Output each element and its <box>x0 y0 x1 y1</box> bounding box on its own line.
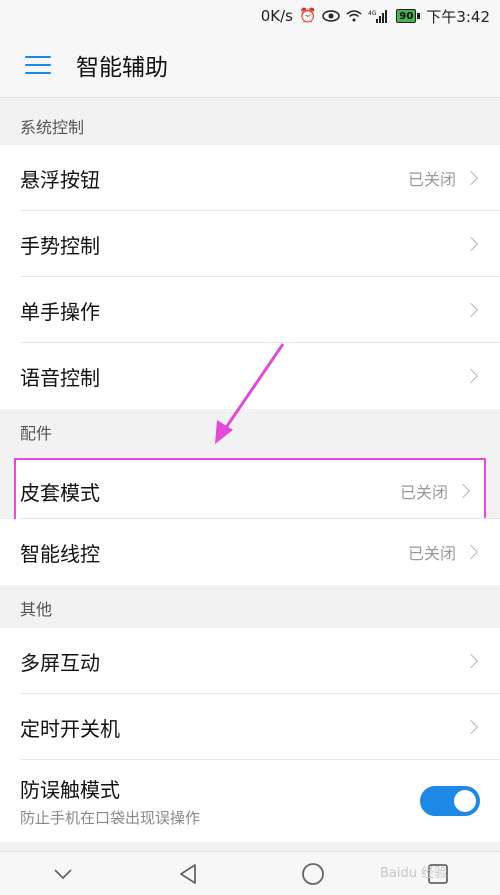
battery-level: 90 <box>396 9 417 23</box>
accidental-touch-toggle[interactable] <box>420 786 480 816</box>
chevron-right-icon <box>463 368 479 384</box>
list-item-label: 防误触模式 <box>20 778 120 802</box>
page-title: 智能辅助 <box>76 54 168 81</box>
chevron-right-icon <box>463 719 479 735</box>
section-header-system: 系统控制 <box>0 104 500 148</box>
status-text: 已关闭 <box>407 170 456 189</box>
list-item-voice-control[interactable]: 语音控制 <box>0 343 500 409</box>
home-circle-icon <box>301 862 324 885</box>
clock: 下午3:42 <box>426 7 490 26</box>
chevron-right-icon <box>463 236 479 252</box>
status-bar: 0K/s ⏰ 4G 90 下午3:42 <box>0 0 500 32</box>
list-item-cover-mode[interactable]: 皮套模式 已关闭 <box>14 458 486 524</box>
chevron-right-icon <box>463 544 479 560</box>
status-text: 已关闭 <box>399 483 448 502</box>
section-header-accessories: 配件 <box>0 410 500 454</box>
battery-icon: 90 <box>396 9 421 23</box>
list-item-label: 手势控制 <box>20 233 100 258</box>
list-item-label: 智能线控 <box>20 541 100 566</box>
chevron-right-icon <box>463 170 479 186</box>
wifi-icon <box>346 10 362 22</box>
menu-button[interactable] <box>0 32 76 98</box>
list-item-label: 多屏互动 <box>20 650 100 675</box>
back-button[interactable] <box>158 852 218 895</box>
list-item-gesture-control[interactable]: 手势控制 <box>0 211 500 277</box>
svg-text:4G: 4G <box>368 10 377 17</box>
list-item-floating-button[interactable]: 悬浮按钮 已关闭 <box>0 145 500 211</box>
list-item-one-hand-mode[interactable]: 单手操作 <box>0 277 500 343</box>
home-button[interactable] <box>283 852 343 895</box>
list-item-label: 单手操作 <box>20 299 100 324</box>
list-item-label: 悬浮按钮 <box>20 167 100 192</box>
chevron-down-icon <box>53 868 72 879</box>
list-item-label: 定时开关机 <box>20 716 120 741</box>
network-speed: 0K/s <box>260 7 293 25</box>
list-item-accidental-touch[interactable]: 防误触模式 防止手机在口袋出现误操作 <box>0 760 500 842</box>
list-item-smart-wire-control[interactable]: 智能线控 已关闭 <box>0 519 500 585</box>
toggle-knob <box>454 790 476 812</box>
list-item-label: 皮套模式 <box>20 480 100 505</box>
section-header-other: 其他 <box>0 586 500 630</box>
watermark: Baidu 经验 <box>380 866 448 881</box>
list-item-label: 语音控制 <box>20 365 100 390</box>
list-item-multi-screen[interactable]: 多屏互动 <box>0 628 500 694</box>
status-text: 已关闭 <box>407 544 456 563</box>
list-item-scheduled-power[interactable]: 定时开关机 <box>0 694 500 760</box>
list-item-text: 防误触模式 防止手机在口袋出现误操作 <box>20 774 420 828</box>
hide-nav-button[interactable] <box>33 852 93 895</box>
alarm-icon: ⏰ <box>298 8 317 24</box>
chevron-right-icon <box>463 302 479 318</box>
signal-icon: 4G <box>368 9 390 23</box>
eye-icon <box>322 10 341 22</box>
chevron-right-icon <box>455 483 471 499</box>
back-triangle-icon <box>179 863 196 884</box>
hamburger-icon <box>25 55 51 74</box>
chevron-right-icon <box>463 653 479 669</box>
list-item-subtitle: 防止手机在口袋出现误操作 <box>20 809 201 827</box>
app-bar: 智能辅助 <box>0 32 500 98</box>
